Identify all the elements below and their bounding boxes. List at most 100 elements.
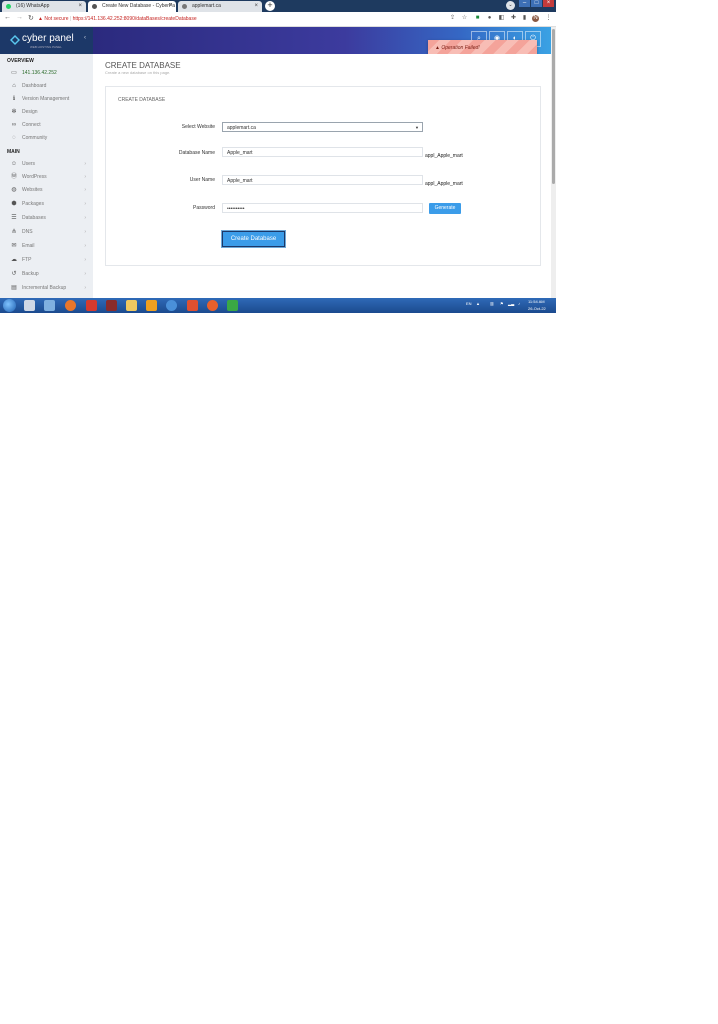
tab-search-icon[interactable]: ⌄ [506,1,515,10]
main-heading: MAIN [7,149,20,155]
generate-button[interactable]: Generate [429,203,461,214]
sidebar-item-packages[interactable]: ⬢ Packages › [10,199,86,209]
history-icon: ↺ [11,271,17,277]
tray-arrow-icon[interactable]: ▲ [476,301,480,306]
windows-taskbar: EN ▲ ▥ ⚑ ▂▃ ♪ 11:54 AM 26-Oct-22 [0,298,556,313]
forward-icon[interactable]: → [16,14,23,21]
sidebar-item-design[interactable]: ✻ Design [10,107,86,117]
share-icon[interactable]: ⇪ [449,15,456,22]
sitemap-icon: ⋔ [11,229,17,235]
clock-time[interactable]: 11:54 AM [528,299,545,304]
reload-icon[interactable]: ↻ [28,14,34,22]
close-tab-icon[interactable]: × [78,1,82,12]
dbname-label: Database Name [178,150,215,156]
monitor-icon: ▭ [11,70,17,76]
profile-avatar[interactable]: N [532,15,539,22]
dashboard-icon: ⌂ [12,83,16,89]
sidebar-item-version-management[interactable]: ℹ Version Management [10,94,86,104]
excel-icon[interactable] [227,300,238,311]
back-icon[interactable]: ← [4,14,11,21]
username-input[interactable]: Apple_mart [222,175,423,185]
media-player-icon[interactable] [24,300,35,311]
envelope-icon: ✉ [11,243,17,249]
chevron-right-icon: › [84,257,86,263]
notepad-icon[interactable] [44,300,55,311]
collapse-sidebar-icon[interactable]: ‹ [84,35,86,41]
network-icon[interactable]: ▥ [490,301,494,306]
extension-icon[interactable]: ◧ [498,15,505,22]
app-icon[interactable] [106,300,117,311]
password-input[interactable]: •••••••••• [222,203,423,213]
clock-date[interactable]: 26-Oct-22 [528,306,546,311]
sidebar-item-community[interactable]: ◌ Community [10,133,86,143]
sidebar-item-dashboard[interactable]: ⌂ Dashboard [10,81,86,91]
sidebar-item-email[interactable]: ✉ Email › [10,241,86,251]
chevron-right-icon: › [84,201,86,207]
page-subtitle: Create a new database on this page. [105,70,171,75]
sidebar-item-ftp[interactable]: ☁ FTP › [10,255,86,265]
puzzle-icon[interactable]: ✚ [510,15,517,22]
sidebar-item-backup[interactable]: ↺ Backup › [10,269,86,279]
close-tab-icon[interactable]: × [168,1,172,12]
sublime-icon[interactable] [146,300,157,311]
sidebar-item-ip[interactable]: ▭ 141.136.42.252 [10,68,86,78]
no-entry-icon[interactable] [207,300,218,311]
sidebar-item-wordpress[interactable]: Ⓦ WordPress › [10,172,86,182]
card-title: CREATE DATABASE [118,97,166,103]
sidebar-item-dns[interactable]: ⋔ DNS › [10,227,86,237]
firefox-icon[interactable] [65,300,76,311]
close-window-icon[interactable]: × [543,0,554,7]
url-field[interactable]: ▲ Not secure | https://141.136.42.252:80… [38,14,438,24]
comments-icon: ◌ [12,135,16,141]
new-tab-button[interactable]: + [265,1,275,11]
website-label: Select Website [181,124,215,130]
extension-icon[interactable]: ● [486,15,493,22]
caret-down-icon: ▼ [415,125,419,130]
close-tab-icon[interactable]: × [254,1,258,12]
cloud-upload-icon: ☁ [11,257,17,263]
sidebar-item-incremental-backup[interactable]: ▤ Incremental Backup › [10,283,86,293]
tab-applemart[interactable]: applemart.ca × [178,1,262,12]
tab-whatsapp[interactable]: (16) WhatsApp × [2,1,86,12]
sidebar-item-websites[interactable]: ◍ Websites › [10,185,86,195]
dbname-input[interactable]: Apple_mart [222,147,423,157]
screenshot-area: (16) WhatsApp × Create New Database - Cy… [0,0,556,313]
language-indicator[interactable]: EN [466,301,472,306]
menu-icon[interactable]: ⋮ [545,15,552,22]
password-label: Password [193,205,215,211]
folder-icon[interactable] [126,300,137,311]
wordpress-icon: Ⓦ [10,174,17,180]
xampp-icon[interactable] [187,300,198,311]
flag-icon[interactable]: ⚑ [500,301,504,306]
website-select[interactable]: applemart.ca ▼ [222,122,423,132]
info-icon: ℹ [12,96,16,102]
database-icon: ☰ [11,215,17,221]
page-scrollbar[interactable] [551,27,556,298]
chevron-right-icon: › [84,243,86,249]
chrome-icon[interactable] [166,300,177,311]
page-title: CREATE DATABASE [105,61,181,70]
whatsapp-icon [6,4,11,9]
cyberpanel-logo: cyber panel WEB HOSTING PANEL ‹ [0,27,93,54]
chevron-right-icon: › [84,285,86,291]
bookmark-star-icon[interactable]: ☆ [461,15,468,22]
signal-icon[interactable]: ▂▃ [508,301,514,306]
app-icon[interactable] [86,300,97,311]
sidebar-item-databases[interactable]: ☰ Databases › [10,213,86,223]
create-database-button[interactable]: Create Database [222,231,285,247]
gear-icon: ✻ [11,109,17,115]
tab-create-database[interactable]: Create New Database - CyberPa × [88,1,176,12]
link-icon: ∞ [11,122,17,128]
volume-icon[interactable]: ♪ [518,301,520,306]
username-label: User Name [189,177,215,183]
sidebar-item-connect[interactable]: ∞ Connect [10,120,86,130]
minimize-icon[interactable]: – [519,0,530,7]
url-text: https://141.136.42.252:8090/dataBases/cr… [72,16,197,22]
extension-icon[interactable]: ■ [474,15,481,22]
main-content: CREATE DATABASE Create a new database on… [93,54,551,298]
maximize-icon[interactable]: □ [531,0,542,7]
sidepanel-icon[interactable]: ▮ [521,15,528,22]
sidebar-item-users[interactable]: ☺ Users › [10,159,86,169]
scrollbar-thumb[interactable] [552,29,555,184]
start-button[interactable] [3,299,16,312]
